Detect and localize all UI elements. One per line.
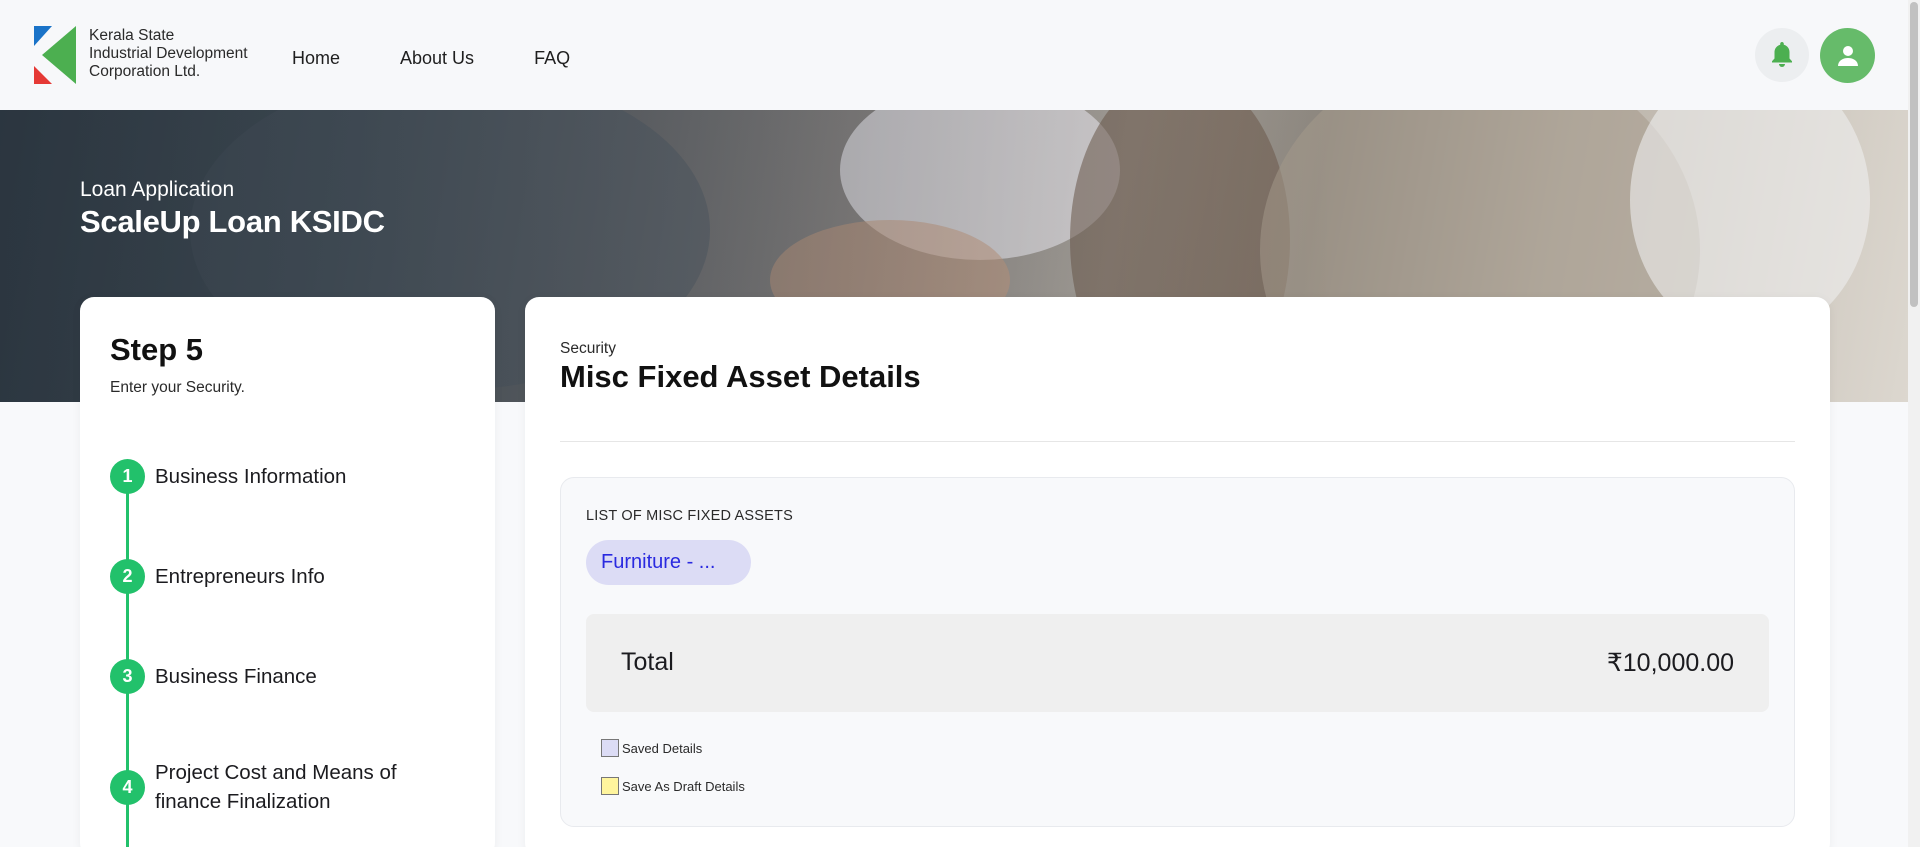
ksidc-logo-icon[interactable] xyxy=(34,26,76,84)
step-number: 1 xyxy=(110,459,145,494)
org-name-line1: Kerala State xyxy=(89,27,175,44)
legend-swatch-draft xyxy=(601,777,619,795)
step-label: Business Finance xyxy=(155,665,317,688)
legend-swatch-saved xyxy=(601,739,619,757)
legend-draft-details: Save As Draft Details xyxy=(601,777,745,795)
top-header: Kerala State Industrial Development Corp… xyxy=(0,0,1908,110)
user-icon xyxy=(1837,45,1858,66)
section-title: Misc Fixed Asset Details xyxy=(560,359,921,394)
step-number: 4 xyxy=(110,769,145,805)
nav-faq-link[interactable]: FAQ xyxy=(534,48,570,69)
asset-chip[interactable]: Furniture - ... xyxy=(586,540,751,585)
step-description: Enter your Security. xyxy=(110,379,245,396)
org-name: Kerala State Industrial Development Corp… xyxy=(89,27,248,81)
hero-subtitle: Loan Application xyxy=(80,178,235,201)
main-form-card: Security Misc Fixed Asset Details LIST O… xyxy=(525,297,1830,847)
step-item-project-cost[interactable]: 4 Project Cost and Means of finance Fina… xyxy=(110,758,445,816)
nav-about-link[interactable]: About Us xyxy=(400,48,474,69)
org-name-line3: Corporation Ltd. xyxy=(89,63,201,80)
step-number: 3 xyxy=(110,659,145,694)
step-item-entrepreneurs-info[interactable]: 2 Entrepreneurs Info xyxy=(110,559,325,594)
hero-title: ScaleUp Loan KSIDC xyxy=(80,204,385,239)
step-title: Step 5 xyxy=(110,332,204,367)
notifications-button[interactable] xyxy=(1755,28,1809,82)
steps-panel: Step 5 Enter your Security. 1 Business I… xyxy=(80,297,495,847)
legend-label: Saved Details xyxy=(622,740,703,756)
divider xyxy=(560,441,1795,442)
step-number: 2 xyxy=(110,559,145,594)
section-label: Security xyxy=(560,340,616,357)
assets-list-heading: LIST OF MISC FIXED ASSETS xyxy=(586,508,793,524)
total-bar: Total ₹10,000.00 xyxy=(586,614,1769,712)
main-nav: Home About Us FAQ xyxy=(292,48,570,69)
scrollbar-thumb[interactable] xyxy=(1910,2,1918,307)
step-label: Project Cost and Means of finance Finali… xyxy=(155,761,397,813)
step-item-business-finance[interactable]: 3 Business Finance xyxy=(110,659,317,694)
legend-label: Save As Draft Details xyxy=(622,778,745,794)
legend-saved-details: Saved Details xyxy=(601,739,702,757)
page-scrollbar[interactable] xyxy=(1908,0,1920,847)
total-label: Total xyxy=(621,648,674,676)
step-item-business-information[interactable]: 1 Business Information xyxy=(110,459,346,494)
user-profile-button[interactable] xyxy=(1820,28,1875,83)
step-label: Entrepreneurs Info xyxy=(155,565,325,588)
bell-icon xyxy=(1772,42,1792,67)
org-name-line2: Industrial Development xyxy=(89,45,248,62)
nav-home-link[interactable]: Home xyxy=(292,48,340,69)
step-label: Business Information xyxy=(155,465,347,488)
misc-fixed-assets-box: LIST OF MISC FIXED ASSETS Furniture - ..… xyxy=(560,477,1795,827)
total-value: ₹10,000.00 xyxy=(1606,649,1734,677)
